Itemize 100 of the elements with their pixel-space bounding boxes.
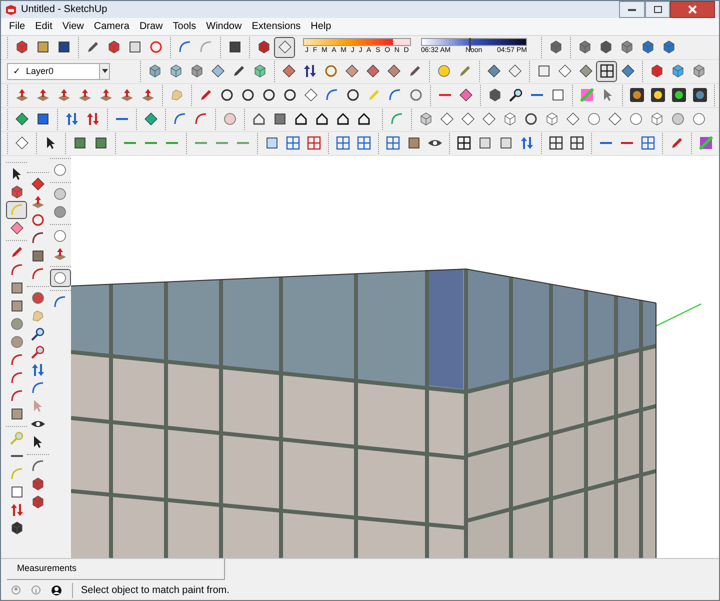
menu-item[interactable]: Extensions <box>248 18 305 34</box>
cube-icon[interactable] <box>640 39 656 56</box>
arrows-icon[interactable] <box>518 135 534 152</box>
square-icon[interactable] <box>226 39 242 56</box>
cube-icon[interactable] <box>30 476 46 492</box>
circle-icon[interactable] <box>260 87 276 104</box>
cube-icon[interactable] <box>14 39 30 56</box>
diamond-icon[interactable] <box>556 63 572 80</box>
arrows-icon[interactable] <box>84 111 100 128</box>
magnifier-icon[interactable] <box>30 326 46 342</box>
diamond-icon[interactable] <box>606 111 622 128</box>
push-pull-icon[interactable] <box>140 87 156 104</box>
dark-tile-icon[interactable] <box>670 87 686 104</box>
house-icon[interactable] <box>356 111 372 128</box>
diamond-icon[interactable] <box>344 63 360 80</box>
arc-icon[interactable] <box>30 380 46 396</box>
house-icon[interactable] <box>334 111 350 128</box>
square-icon[interactable] <box>272 111 288 128</box>
minimize-button[interactable] <box>619 1 645 18</box>
square-icon[interactable] <box>8 484 25 500</box>
diamond-icon[interactable] <box>276 39 292 56</box>
cube-icon[interactable] <box>418 111 434 128</box>
square-icon[interactable] <box>126 39 142 56</box>
diamond-icon[interactable] <box>506 63 522 80</box>
cube-icon[interactable] <box>690 63 706 80</box>
sphere-icon[interactable] <box>52 162 68 178</box>
arc-icon[interactable] <box>30 230 46 246</box>
cube-icon[interactable] <box>486 87 502 104</box>
menu-item[interactable]: Edit <box>31 18 56 34</box>
menu-item[interactable]: Help <box>306 18 336 34</box>
grid-icon[interactable] <box>568 135 584 152</box>
square-icon[interactable] <box>8 298 25 314</box>
cube-icon[interactable] <box>256 39 272 56</box>
cube-icon[interactable] <box>670 63 686 80</box>
date-slider[interactable] <box>303 38 411 46</box>
sphere-icon[interactable] <box>8 316 25 332</box>
sphere-icon[interactable] <box>52 228 68 244</box>
diamond-icon[interactable] <box>438 111 454 128</box>
cube-icon[interactable] <box>618 39 634 56</box>
circle-icon[interactable] <box>30 212 46 228</box>
square-icon[interactable] <box>92 135 108 152</box>
menu-item[interactable]: Window <box>202 18 246 34</box>
cube-icon[interactable] <box>146 63 162 80</box>
menu-item[interactable]: Tools <box>168 18 200 34</box>
maximize-button[interactable] <box>645 1 670 18</box>
cube-icon[interactable] <box>502 111 518 128</box>
layer-dropdown[interactable]: ✓ Layer0 <box>7 62 110 80</box>
cube-icon[interactable] <box>168 63 184 80</box>
square-icon[interactable] <box>498 135 514 152</box>
push-pull-icon[interactable] <box>76 87 92 104</box>
sphere-icon[interactable] <box>30 290 46 306</box>
circle-icon[interactable] <box>282 87 298 104</box>
square-icon[interactable] <box>264 135 280 152</box>
arc-icon[interactable] <box>8 352 25 368</box>
house-icon[interactable] <box>314 111 330 128</box>
cube-icon[interactable] <box>544 111 560 128</box>
push-pull-icon[interactable] <box>34 87 50 104</box>
diamond-icon[interactable] <box>486 63 502 80</box>
square-icon[interactable] <box>34 39 50 56</box>
cube-icon[interactable] <box>648 63 664 80</box>
arc-icon[interactable] <box>8 202 25 218</box>
sphere-icon[interactable] <box>8 334 25 350</box>
cube-icon[interactable] <box>660 39 676 56</box>
circle-icon[interactable] <box>240 87 256 104</box>
push-pull-icon[interactable] <box>98 87 114 104</box>
cube-icon[interactable] <box>598 39 614 56</box>
arc-icon[interactable] <box>8 370 25 386</box>
grid-icon[interactable] <box>456 135 472 152</box>
sphere-icon[interactable] <box>586 111 602 128</box>
diamond-icon[interactable] <box>302 87 318 104</box>
cube-icon[interactable] <box>30 494 46 510</box>
dark-tile-icon[interactable] <box>628 87 644 104</box>
sphere-icon[interactable] <box>670 111 686 128</box>
cube-icon[interactable] <box>8 520 25 536</box>
diamond-icon[interactable] <box>8 220 25 236</box>
push-pull-icon[interactable] <box>30 194 46 210</box>
square-icon[interactable] <box>406 135 422 152</box>
push-pull-icon[interactable] <box>56 87 72 104</box>
diamond-icon[interactable] <box>280 63 296 80</box>
diamond-icon[interactable] <box>14 111 30 128</box>
square-icon[interactable] <box>56 39 72 56</box>
diamond-icon[interactable] <box>364 63 380 80</box>
dark-tile-icon[interactable] <box>692 87 708 104</box>
cube-icon[interactable] <box>648 111 664 128</box>
arc-icon[interactable] <box>30 266 46 282</box>
grid-icon[interactable] <box>598 63 614 80</box>
menu-item[interactable]: View <box>58 18 88 34</box>
arrows-icon[interactable] <box>64 111 80 128</box>
cube-icon[interactable] <box>188 63 204 80</box>
user-icon[interactable] <box>51 584 62 596</box>
sphere-icon[interactable] <box>52 204 68 220</box>
grid-icon[interactable] <box>548 135 564 152</box>
push-pull-icon[interactable] <box>14 87 30 104</box>
diamond-icon[interactable] <box>210 63 226 80</box>
diamond-icon[interactable] <box>458 87 474 104</box>
sphere-icon[interactable] <box>628 111 644 128</box>
menu-item[interactable]: Camera <box>90 18 134 34</box>
arrows-icon[interactable] <box>8 502 25 518</box>
sphere-icon[interactable] <box>222 111 238 128</box>
circle-icon[interactable] <box>344 87 360 104</box>
